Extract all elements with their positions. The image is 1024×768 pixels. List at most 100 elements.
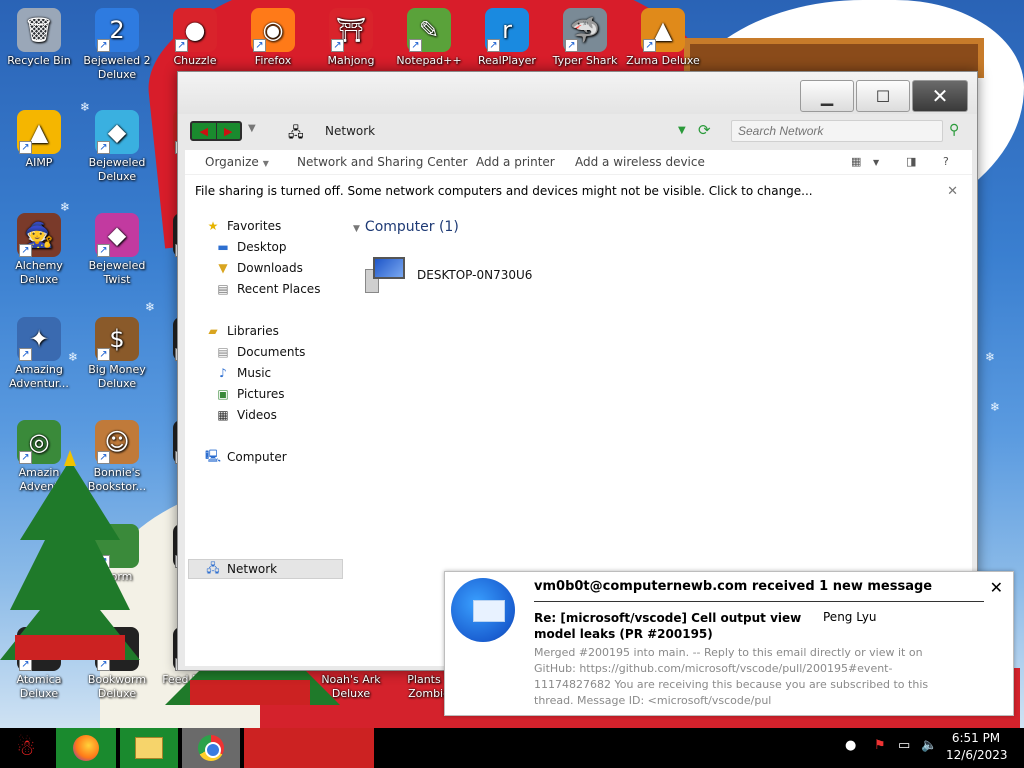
nav-label: Computer — [227, 450, 287, 464]
help-icon[interactable]: ? — [943, 155, 949, 168]
organize-button[interactable]: Organize ▼ — [205, 155, 269, 169]
recent-pages-icon[interactable]: ▼ — [248, 123, 256, 134]
navigation-pane: ★ Favorites ▬ Desktop ▼ Downloads ▤ Rece… — [185, 216, 343, 666]
nav-libraries[interactable]: ▰ Libraries — [205, 322, 278, 340]
network-sharing-center-button[interactable]: Network and Sharing Center — [297, 155, 468, 169]
desktop-icon-item[interactable]: ✎ ↗ Notepad++ — [390, 8, 468, 68]
nav-label: Music — [237, 366, 272, 380]
computer-item[interactable]: DESKTOP-0N730U6 — [365, 255, 532, 295]
clock[interactable]: 6:51 PM 12/6/2023 — [946, 730, 1008, 764]
desktop-icon-item[interactable]: ▲ ↗ AIMP — [0, 110, 78, 170]
nav-arrows: ◀ ▶ — [190, 121, 242, 141]
maximize-button[interactable]: ☐ — [856, 80, 910, 112]
app-icon: ◆ ↗ — [95, 110, 139, 154]
christmas-tree-left — [0, 450, 140, 660]
shortcut-arrow-icon: ↗ — [409, 39, 422, 52]
taskbar-app[interactable] — [244, 728, 374, 768]
nav-recent-places[interactable]: ▤ Recent Places — [215, 280, 320, 298]
nav-favorites[interactable]: ★ Favorites — [205, 217, 282, 235]
desktop-icon-item[interactable]: ✦ ↗ Amazing Adventur... — [0, 317, 78, 391]
nav-music[interactable]: ♪ Music — [215, 364, 271, 382]
shortcut-arrow-icon: ↗ — [331, 39, 344, 52]
desktop-icon-item[interactable]: $ ↗ Big Money Deluxe — [78, 317, 156, 391]
close-icon: ✕ — [931, 84, 949, 108]
desktop-icon-item[interactable]: 🧙 ↗ Alchemy Deluxe — [0, 213, 78, 287]
nav-computer[interactable]: 🖳 Computer — [205, 448, 287, 466]
taskbar-firefox[interactable] — [56, 728, 116, 768]
chevron-down-icon[interactable]: ▼ — [873, 158, 879, 167]
network-icon: 🖧 — [206, 560, 220, 575]
thunderbird-icon — [451, 578, 515, 642]
desktop-icon-item[interactable]: ● ↗ Chuzzle — [156, 8, 234, 68]
minimize-button[interactable]: ▁ — [800, 80, 854, 112]
shortcut-arrow-icon: ↗ — [643, 39, 656, 52]
nav-label: Desktop — [237, 240, 287, 254]
taskbar-explorer[interactable] — [120, 728, 178, 768]
clock-time: 6:51 PM — [951, 731, 1001, 745]
desktop-icon-item[interactable]: ⛩ ↗ Mahjong — [312, 8, 390, 68]
minimize-icon: ▁ — [820, 86, 834, 106]
notification-body[interactable]: Merged #200195 into main. -- Reply to th… — [534, 645, 964, 709]
shortcut-arrow-icon: ↗ — [565, 39, 578, 52]
search-icon[interactable]: ⚲ — [949, 122, 959, 138]
taskbar-chrome[interactable] — [182, 728, 240, 768]
computer-name: DESKTOP-0N730U6 — [417, 268, 533, 282]
desktop-icon-label: Chuzzle — [173, 54, 217, 67]
address-path[interactable]: Network — [325, 124, 375, 138]
group-header-computer[interactable]: ▼ Computer (1) — [353, 219, 459, 235]
app-icon: ⛩ ↗ — [329, 8, 373, 52]
desktop-icon-item[interactable]: r ↗ RealPlayer — [468, 8, 546, 68]
desktop-icon-item[interactable]: ◆ ↗ Bejeweled Deluxe — [78, 110, 156, 184]
start-button[interactable]: ☃ — [0, 728, 52, 768]
preview-pane-icon[interactable]: ◨ — [906, 155, 916, 168]
info-bar-text[interactable]: File sharing is turned off. Some network… — [195, 184, 813, 198]
app-icon: 🗑 — [17, 8, 61, 52]
notification-dot-icon[interactable]: ● — [845, 738, 856, 753]
window-titlebar[interactable]: ▁ ☐ ✕ — [178, 72, 977, 114]
desktop-icon-item[interactable]: ◉ ↗ Firefox — [234, 8, 312, 68]
volume-icon[interactable]: 🔈 — [921, 738, 937, 753]
desktop-icon-label: Big Money Deluxe — [88, 363, 146, 390]
firefox-icon — [73, 735, 99, 761]
desktop-icon-item[interactable]: 🦈 ↗ Typer Shark — [546, 8, 624, 68]
nav-desktop[interactable]: ▬ Desktop — [215, 238, 287, 256]
desktop-icon-label: RealPlayer — [478, 54, 536, 67]
search-input[interactable] — [731, 120, 943, 142]
desktop-icon-label: Recycle Bin — [7, 54, 71, 67]
mail-notification[interactable]: vm0b0t@computernewb.com received 1 new m… — [444, 571, 1014, 716]
nav-downloads[interactable]: ▼ Downloads — [215, 259, 303, 277]
desktop-icon-label: Bejeweled 2 Deluxe — [83, 54, 151, 81]
add-wireless-device-button[interactable]: Add a wireless device — [575, 155, 705, 169]
desktop-icon-item[interactable]: ◆ ↗ Bejeweled Twist — [78, 213, 156, 287]
back-button[interactable]: ◀ — [192, 123, 217, 139]
nav-network[interactable]: 🖧 Network — [205, 560, 277, 578]
app-icon: ✦ ↗ — [17, 317, 61, 361]
music-icon: ♪ — [219, 366, 227, 380]
network-tray-icon[interactable]: ▭ — [898, 738, 910, 753]
view-options-icon[interactable]: ▦ — [851, 155, 861, 168]
forward-button[interactable]: ▶ — [217, 123, 241, 139]
desktop-icon: ▬ — [217, 240, 229, 254]
desktop-icon-item[interactable]: 🗑 Recycle Bin — [0, 8, 78, 68]
collapse-icon[interactable]: ▼ — [353, 224, 360, 234]
address-dropdown-icon[interactable]: ▼ — [678, 125, 686, 136]
close-button[interactable]: ✕ — [912, 80, 968, 112]
close-icon[interactable]: ✕ — [990, 578, 1003, 597]
desktop-icon-item[interactable]: 2 ↗ Bejeweled 2 Deluxe — [78, 8, 156, 82]
desktop-icon-label: Bejeweled Deluxe — [88, 156, 146, 183]
nav-pictures[interactable]: ▣ Pictures — [215, 385, 284, 403]
nav-label: Favorites — [227, 219, 282, 233]
add-printer-button[interactable]: Add a printer — [476, 155, 555, 169]
desktop-icon-label: Atomica Deluxe — [16, 673, 62, 700]
info-bar[interactable]: File sharing is turned off. Some network… — [185, 178, 972, 206]
nav-videos[interactable]: ▦ Videos — [215, 406, 277, 424]
refresh-icon[interactable]: ⟳ — [698, 121, 711, 139]
desktop-icon-item[interactable]: ▲ ↗ Zuma Deluxe — [624, 8, 702, 68]
notification-subject[interactable]: Re: [microsoft/vscode] Cell output view … — [534, 610, 804, 642]
nav-documents[interactable]: ▤ Documents — [215, 343, 305, 361]
close-icon[interactable]: ✕ — [947, 184, 958, 199]
nav-label: Recent Places — [237, 282, 321, 296]
app-icon: 🦈 ↗ — [563, 8, 607, 52]
chevron-down-icon: ▼ — [262, 159, 269, 168]
action-center-flag-icon[interactable]: ⚑ — [874, 738, 886, 753]
